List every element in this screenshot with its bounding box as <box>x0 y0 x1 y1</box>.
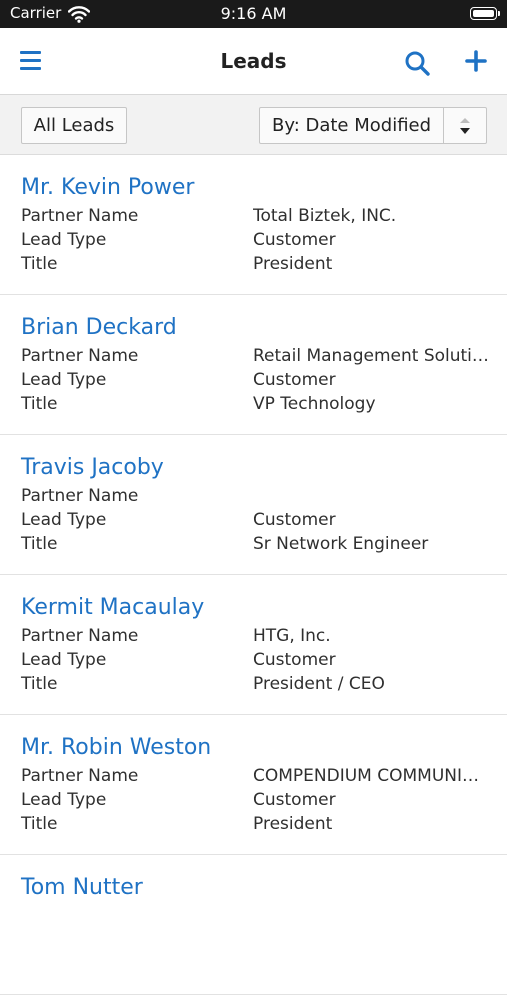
lead-type-row: Lead Type Customer <box>21 650 491 674</box>
sort-updown-icon <box>460 118 470 134</box>
lead-type-label: Lead Type <box>21 230 107 250</box>
partner-value: Total Biztek, INC. <box>253 206 397 226</box>
add-icon[interactable] <box>465 50 487 72</box>
lead-type-row: Lead Type Customer <box>21 230 491 254</box>
lead-type-label: Lead Type <box>21 650 107 670</box>
title-value: President <box>253 814 333 834</box>
title-row: Title President / CEO <box>21 674 491 698</box>
lead-name[interactable]: Tom Nutter <box>21 875 143 900</box>
partner-value: HTG, Inc. <box>253 626 331 646</box>
sort-select[interactable]: By: Date Modified <box>259 107 487 144</box>
partner-label: Partner Name <box>21 766 139 786</box>
lead-item[interactable]: Travis Jacoby Partner Name Lead Type Cust… <box>0 435 507 575</box>
title-label: Title <box>21 814 58 834</box>
all-leads-button[interactable]: All Leads <box>21 107 127 144</box>
lead-type-row: Lead Type Customer <box>21 370 491 394</box>
lead-type-row: Lead Type Customer <box>21 510 491 534</box>
search-icon[interactable] <box>404 50 430 76</box>
title-row: Title Sr Network Engineer <box>21 534 491 558</box>
partner-label: Partner Name <box>21 206 139 226</box>
status-bar: Carrier 9:16 AM <box>0 0 507 28</box>
title-value: President / CEO <box>253 674 385 694</box>
lead-name[interactable]: Mr. Robin Weston <box>21 735 211 760</box>
clock: 9:16 AM <box>220 4 287 23</box>
lead-item[interactable]: Mr. Kevin Power Partner Name Total Biztek… <box>0 155 507 295</box>
lead-type-value: Customer <box>253 650 336 670</box>
partner-label: Partner Name <box>21 486 139 506</box>
partner-row: Partner Name Total Biztek, INC. <box>21 206 491 230</box>
partner-row: Partner Name COMPENDIUM COMMUNICATIONS <box>21 766 491 790</box>
lead-item[interactable]: Brian Deckard Partner Name Retail Managem… <box>0 295 507 435</box>
leads-list: Mr. Kevin Power Partner Name Total Biztek… <box>0 155 507 995</box>
title-value: Sr Network Engineer <box>253 534 429 554</box>
lead-type-label: Lead Type <box>21 510 107 530</box>
lead-item[interactable]: Tom Nutter <box>0 855 507 995</box>
partner-row: Partner Name HTG, Inc. <box>21 626 491 650</box>
lead-type-value: Customer <box>253 370 336 390</box>
title-row: Title President <box>21 254 491 278</box>
title-value: President <box>253 254 333 274</box>
page-title: Leads <box>220 49 287 73</box>
partner-row: Partner Name Retail Management Solutions <box>21 346 491 370</box>
lead-type-value: Customer <box>253 230 336 250</box>
partner-value: Retail Management Solutions <box>253 346 489 366</box>
lead-item[interactable]: Mr. Robin Weston Partner Name COMPENDIUM … <box>0 715 507 855</box>
title-label: Title <box>21 534 58 554</box>
title-value: VP Technology <box>253 394 376 414</box>
menu-icon[interactable] <box>20 51 41 70</box>
lead-type-label: Lead Type <box>21 370 107 390</box>
lead-type-value: Customer <box>253 510 336 530</box>
partner-row: Partner Name <box>21 486 491 510</box>
lead-type-row: Lead Type Customer <box>21 790 491 814</box>
sort-select-label: By: Date Modified <box>272 115 432 136</box>
sort-arrows[interactable] <box>443 108 486 143</box>
partner-label: Partner Name <box>21 626 139 646</box>
title-label: Title <box>21 394 58 414</box>
lead-name[interactable]: Brian Deckard <box>21 315 177 340</box>
lead-type-value: Customer <box>253 790 336 810</box>
lead-name[interactable]: Mr. Kevin Power <box>21 175 194 200</box>
lead-item[interactable]: Kermit Macaulay Partner Name HTG, Inc. Le… <box>0 575 507 715</box>
lead-type-label: Lead Type <box>21 790 107 810</box>
title-row: Title VP Technology <box>21 394 491 418</box>
title-label: Title <box>21 254 58 274</box>
title-row: Title President <box>21 814 491 838</box>
lead-name[interactable]: Kermit Macaulay <box>21 595 204 620</box>
lead-name[interactable]: Travis Jacoby <box>21 455 164 480</box>
navigation-bar: Leads <box>0 28 507 95</box>
filter-bar: All Leads By: Date Modified <box>0 95 507 155</box>
title-label: Title <box>21 674 58 694</box>
partner-label: Partner Name <box>21 346 139 366</box>
partner-value: COMPENDIUM COMMUNICATIONS <box>253 766 489 786</box>
battery-icon <box>470 7 500 20</box>
